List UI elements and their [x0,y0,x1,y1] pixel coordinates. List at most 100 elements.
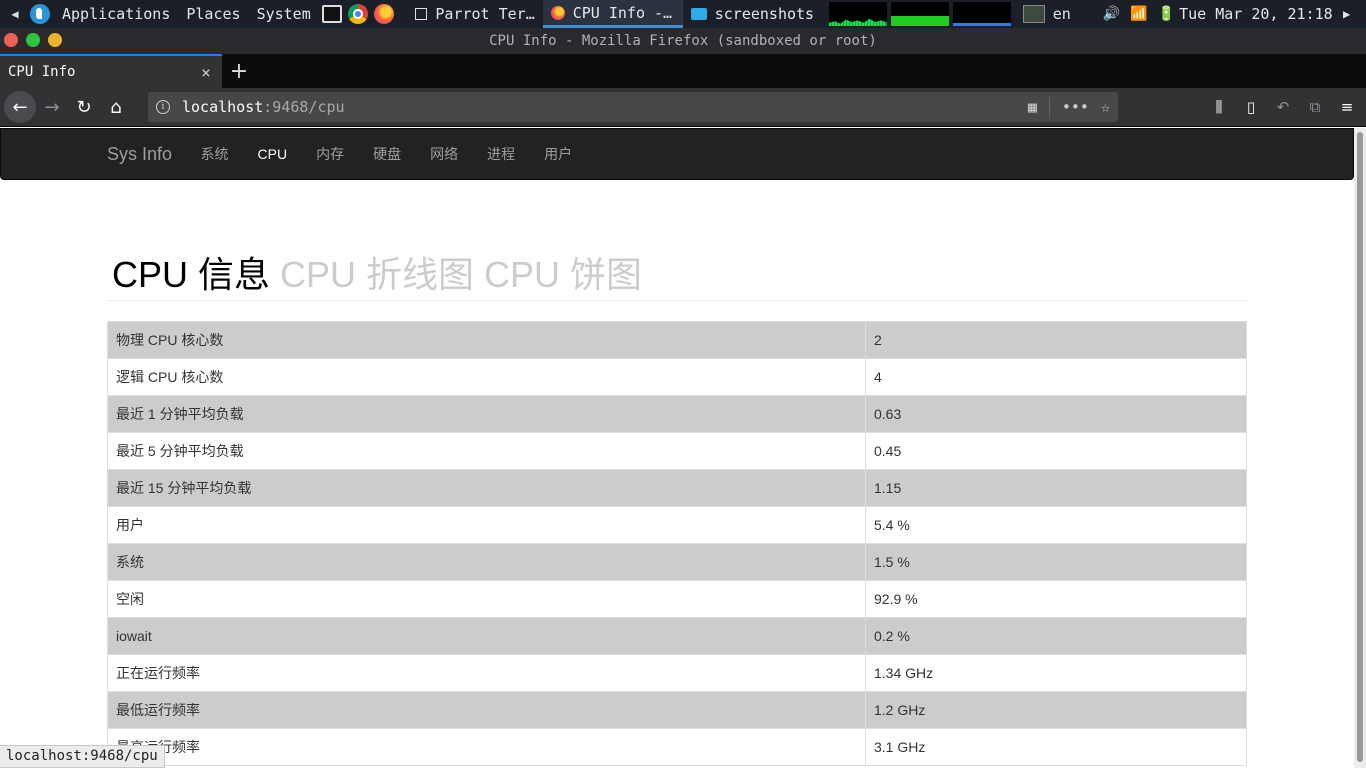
nav-link-cpu[interactable]: CPU [243,146,302,162]
nav-link-memory[interactable]: 内存 [302,144,359,164]
row-value: 0.2 % [865,617,1247,655]
panel-scroll-right-icon[interactable]: ▶ [1333,7,1361,21]
menu-applications[interactable]: Applications [54,5,178,23]
row-value: 2 [865,321,1247,359]
table-row: 最高运行频率3.1 GHz [107,728,1247,766]
table-row: 系统 1.5 % [107,543,1247,581]
qr-code-icon[interactable]: ▦ [1028,98,1037,116]
task-firefox[interactable]: CPU Info -… [542,0,683,28]
row-value: 92.9 % [865,580,1247,618]
task-terminal[interactable]: Parrot Ter… [407,0,543,28]
row-key: 系统 [107,543,866,581]
nav-link-process[interactable]: 进程 [473,144,530,164]
keyboard-layout-icon[interactable] [1022,5,1045,23]
row-value: 4 [865,358,1247,396]
menu-places[interactable]: Places [178,5,248,23]
forward-button[interactable]: → [36,91,68,123]
close-window-button[interactable] [4,33,18,47]
firefox-launcher[interactable] [372,3,396,25]
row-key: 最低运行频率 [107,691,866,729]
page-title-subtitle: CPU 折线图 CPU 饼图 [280,254,643,295]
terminal-icon [414,8,428,20]
table-row: iowait 0.2 % [107,617,1247,655]
row-key: iowait [107,617,866,655]
row-key: 物理 CPU 核心数 [107,321,866,359]
navbar-brand[interactable]: Sys Info [93,144,186,165]
row-key: 最近 15 分钟平均负载 [107,469,866,507]
nav-link-network[interactable]: 网络 [416,144,473,164]
menu-system[interactable]: System [249,5,319,23]
url-bar[interactable]: i localhost:9468/cpu ▦ ••• ☆ [148,92,1118,122]
table-row: 最近 5 分钟平均负载 0.45 [107,432,1247,470]
row-value: 5.4 % [865,506,1247,544]
nav-link-disk[interactable]: 硬盘 [359,144,416,164]
parrot-logo-icon[interactable] [30,4,50,24]
chrome-icon [347,4,368,24]
nav-link-user[interactable]: 用户 [530,144,587,164]
table-row: 空闲 92.9 % [107,580,1247,618]
panel-scroll-left-icon[interactable]: ◀ [0,7,30,21]
firefox-icon [550,5,565,20]
row-key: 逻辑 CPU 核心数 [107,358,866,396]
terminal-icon [321,5,342,23]
tab-cpu-info[interactable]: CPU Info × [0,54,222,88]
page-actions-icon[interactable]: ••• [1062,98,1089,116]
memory-monitor-graph[interactable] [890,2,949,26]
terminal-launcher[interactable] [320,3,344,25]
scrollbar-thumb[interactable] [1357,132,1363,762]
tab-title: CPU Info [8,64,76,80]
chrome-launcher[interactable] [346,3,370,25]
page-title-main: CPU 信息 [112,254,271,295]
network-monitor-graph[interactable] [952,2,1011,26]
keyboard-language[interactable]: en [1045,5,1079,23]
tab-close-icon[interactable]: × [198,63,214,82]
title-divider [107,300,1247,301]
screenshot-icon[interactable]: ⧉ [1302,91,1328,123]
new-tab-button[interactable]: + [222,54,256,88]
bookmark-star-icon[interactable]: ☆ [1101,98,1110,116]
home-button[interactable]: ⌂ [100,91,132,123]
sidebar-icon[interactable]: ▯ [1238,91,1264,123]
volume-icon[interactable]: 🔊 [1103,6,1120,22]
row-value: 0.63 [865,395,1247,433]
back-button[interactable]: ← [4,91,36,123]
task-label: Parrot Ter… [435,5,535,23]
nav-link-system[interactable]: 系统 [186,144,243,164]
task-screenshots[interactable]: screenshots [683,0,825,28]
row-value: 1.5 % [865,543,1247,581]
cpu-info-table: 物理 CPU 核心数 2 逻辑 CPU 核心数 4 最近 1 分钟平均负载 0.63 最近 … [107,321,1247,766]
page-scrollbar[interactable] [1354,128,1366,768]
task-label: screenshots [714,5,815,23]
tab-bar: CPU Info × + [0,54,1366,88]
os-top-panel: ◀ Applications Places System Parrot Ter…… [0,0,1366,28]
page-title: CPU 信息 CPU 折线图 CPU 饼图 [112,246,642,298]
system-tray: 🔊 📶 🔋 [1103,6,1175,22]
library-icon[interactable]: ⫼ [1206,91,1232,123]
url-host: localhost [182,98,264,116]
row-key: 最近 1 分钟平均负载 [107,395,866,433]
status-url-bar: localhost:9468/cpu [0,745,165,768]
toolbar-right: ⫼ ▯ ↶ ⧉ ≡ [1206,91,1366,123]
row-value: 3.1 GHz [865,728,1247,766]
clock[interactable]: Tue Mar 20, 21:18 [1175,5,1333,23]
maximize-window-button[interactable] [26,33,40,47]
window-titlebar: CPU Info - Mozilla Firefox (sandboxed or… [0,28,1366,54]
table-row: 物理 CPU 核心数 2 [107,321,1247,359]
table-row: 正在运行频率 1.34 GHz [107,654,1247,692]
battery-icon[interactable]: 🔋 [1158,6,1175,22]
table-row: 最近 15 分钟平均负载 1.15 [107,469,1247,507]
reload-button[interactable]: ↻ [68,91,100,123]
undo-icon[interactable]: ↶ [1270,91,1296,123]
site-info-icon[interactable]: i [156,100,170,114]
window-title: CPU Info - Mozilla Firefox (sandboxed or… [489,33,877,49]
cpu-monitor-graph[interactable] [828,2,887,26]
row-key: 最高运行频率 [107,728,866,766]
wifi-icon[interactable]: 📶 [1130,6,1147,22]
hamburger-menu-icon[interactable]: ≡ [1334,91,1360,123]
site-navbar: Sys Info 系统 CPU 内存 硬盘 网络 进程 用户 [0,128,1354,180]
row-key: 空闲 [107,580,866,618]
task-label: CPU Info -… [572,3,673,22]
minimize-window-button[interactable] [48,33,62,47]
table-row: 最近 1 分钟平均负载 0.63 [107,395,1247,433]
table-row: 最低运行频率 1.2 GHz [107,691,1247,729]
